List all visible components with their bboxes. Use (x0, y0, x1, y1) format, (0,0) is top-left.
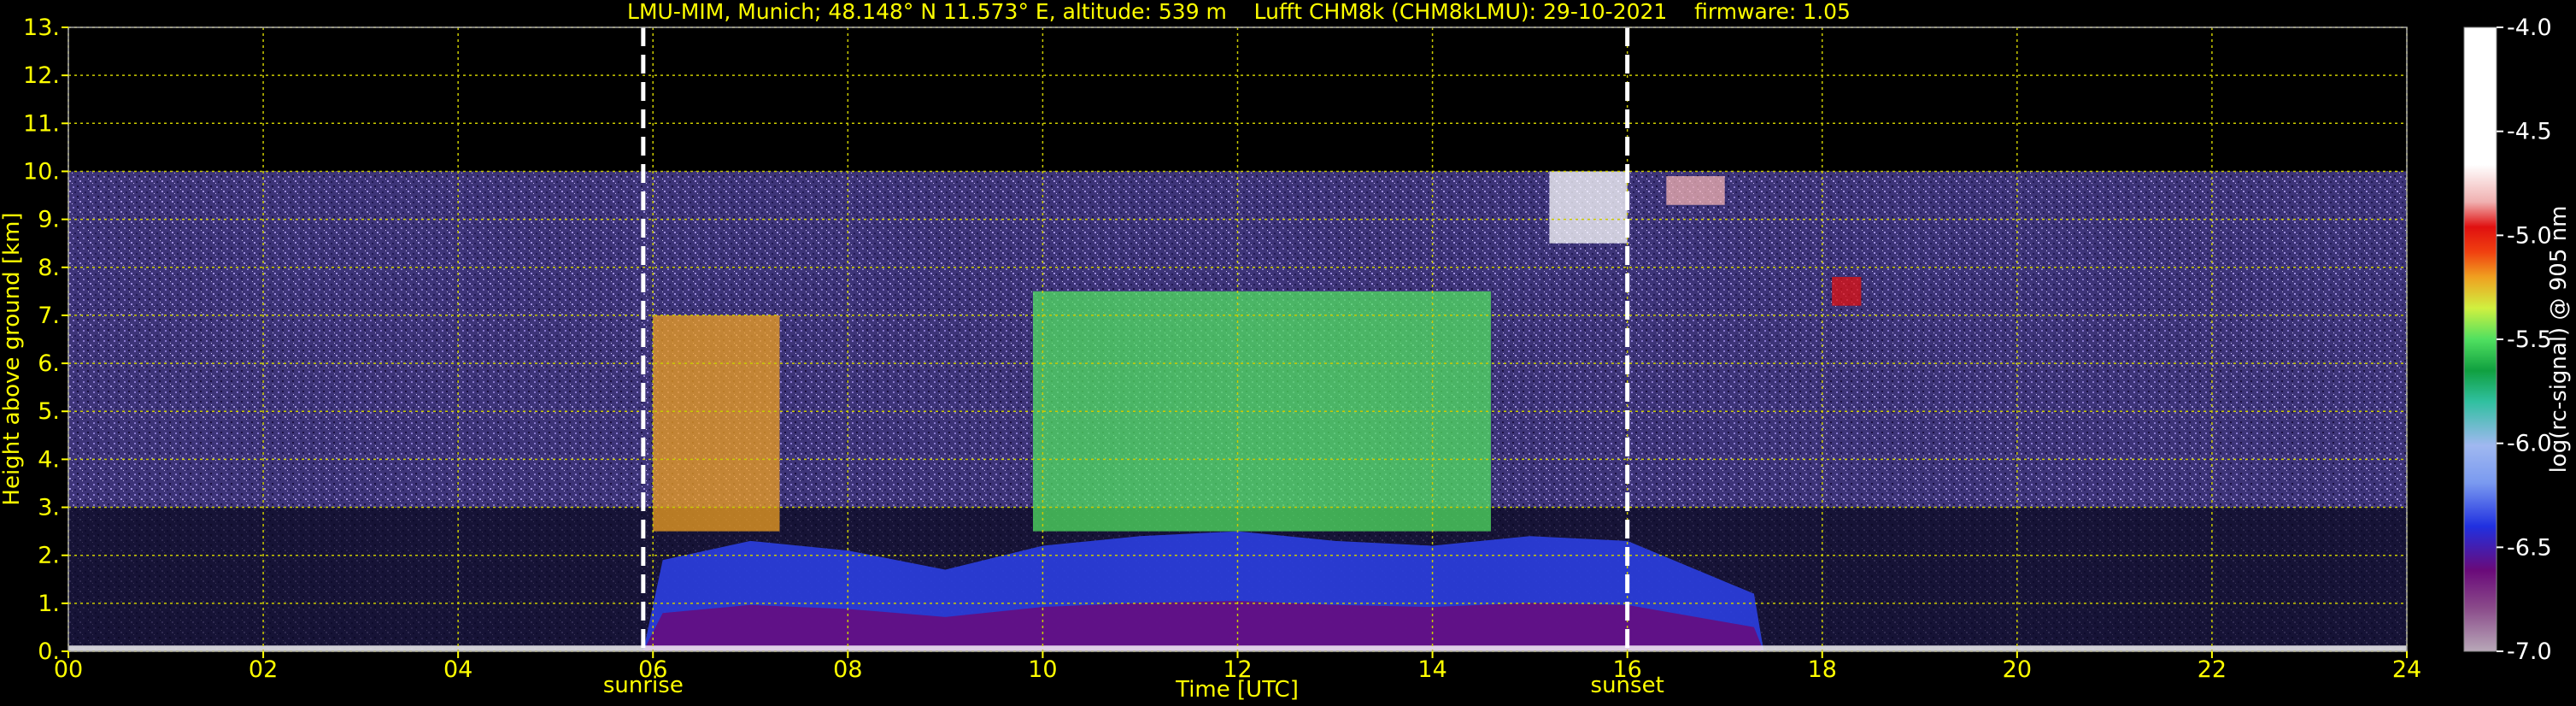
colorbar-label: log(rc-signal) @ 905 nm (2546, 206, 2572, 474)
chart-title: LMU-MIM, Munich; 48.148° N 11.573° E, al… (627, 0, 1851, 24)
y-tick-label: 0. (38, 638, 60, 665)
x-tick-label: 24 (2392, 656, 2421, 683)
x-tick-label: 16 (1612, 656, 1641, 683)
colorbar (2463, 26, 2497, 652)
colorbar-ticks: -4.0 -4.5 -5.0 -5.5 -6.0 -6.5 -7.0 (2497, 15, 2552, 665)
signal-region-2 (1549, 171, 1628, 244)
signal-region-0 (653, 315, 780, 532)
x-tick-label: 22 (2198, 656, 2227, 683)
y-tick-label: 1. (38, 591, 60, 617)
x-tick-label: 08 (833, 656, 862, 683)
y-tick-label: 11. (23, 110, 60, 137)
x-tick-label: 04 (443, 656, 472, 683)
x-tick-label: 10 (1028, 656, 1057, 683)
x-tick-label: 02 (249, 656, 278, 683)
colorbar-tick-label: -5.0 (2507, 222, 2552, 249)
y-tick-label: 2. (38, 543, 60, 569)
x-tick-label: 20 (2003, 656, 2032, 683)
y-tick-label: 10. (23, 158, 60, 185)
y-tick-label: 12. (23, 62, 60, 89)
ceilometer-chart: sunrise sunset 00 02 04 06 08 10 12 14 16 18 20 22 24… (0, 0, 2572, 703)
colorbar-tick-label: -7.0 (2507, 638, 2552, 665)
x-tick-label: 18 (1808, 656, 1837, 683)
y-tick-label: 3. (38, 495, 60, 521)
y-tick-label: 4. (38, 446, 60, 473)
x-tick-label: 14 (1417, 656, 1446, 683)
y-axis-label: Height above ground [km] (0, 212, 25, 505)
y-tick-label: 6. (38, 350, 60, 377)
x-axis-label: Time [UTC] (1175, 677, 1299, 703)
signal-region-4 (1832, 277, 1862, 306)
y-tick-label: 7. (38, 303, 60, 329)
colorbar-tick-label: -4.0 (2507, 15, 2552, 41)
signal-region-3 (1666, 176, 1725, 205)
colorbar-tick-label: -4.5 (2507, 119, 2552, 145)
colorbar-tick-label: -6.5 (2507, 534, 2552, 561)
y-tick-label: 8. (38, 255, 60, 281)
colorbar-tick-label: -6.0 (2507, 431, 2552, 457)
x-tick-label: 06 (638, 656, 667, 683)
y-tick-label: 13. (23, 15, 60, 41)
y-tick-label: 5. (38, 398, 60, 425)
colorbar-tick-label: -5.5 (2507, 327, 2552, 353)
y-tick-label: 9. (38, 207, 60, 233)
